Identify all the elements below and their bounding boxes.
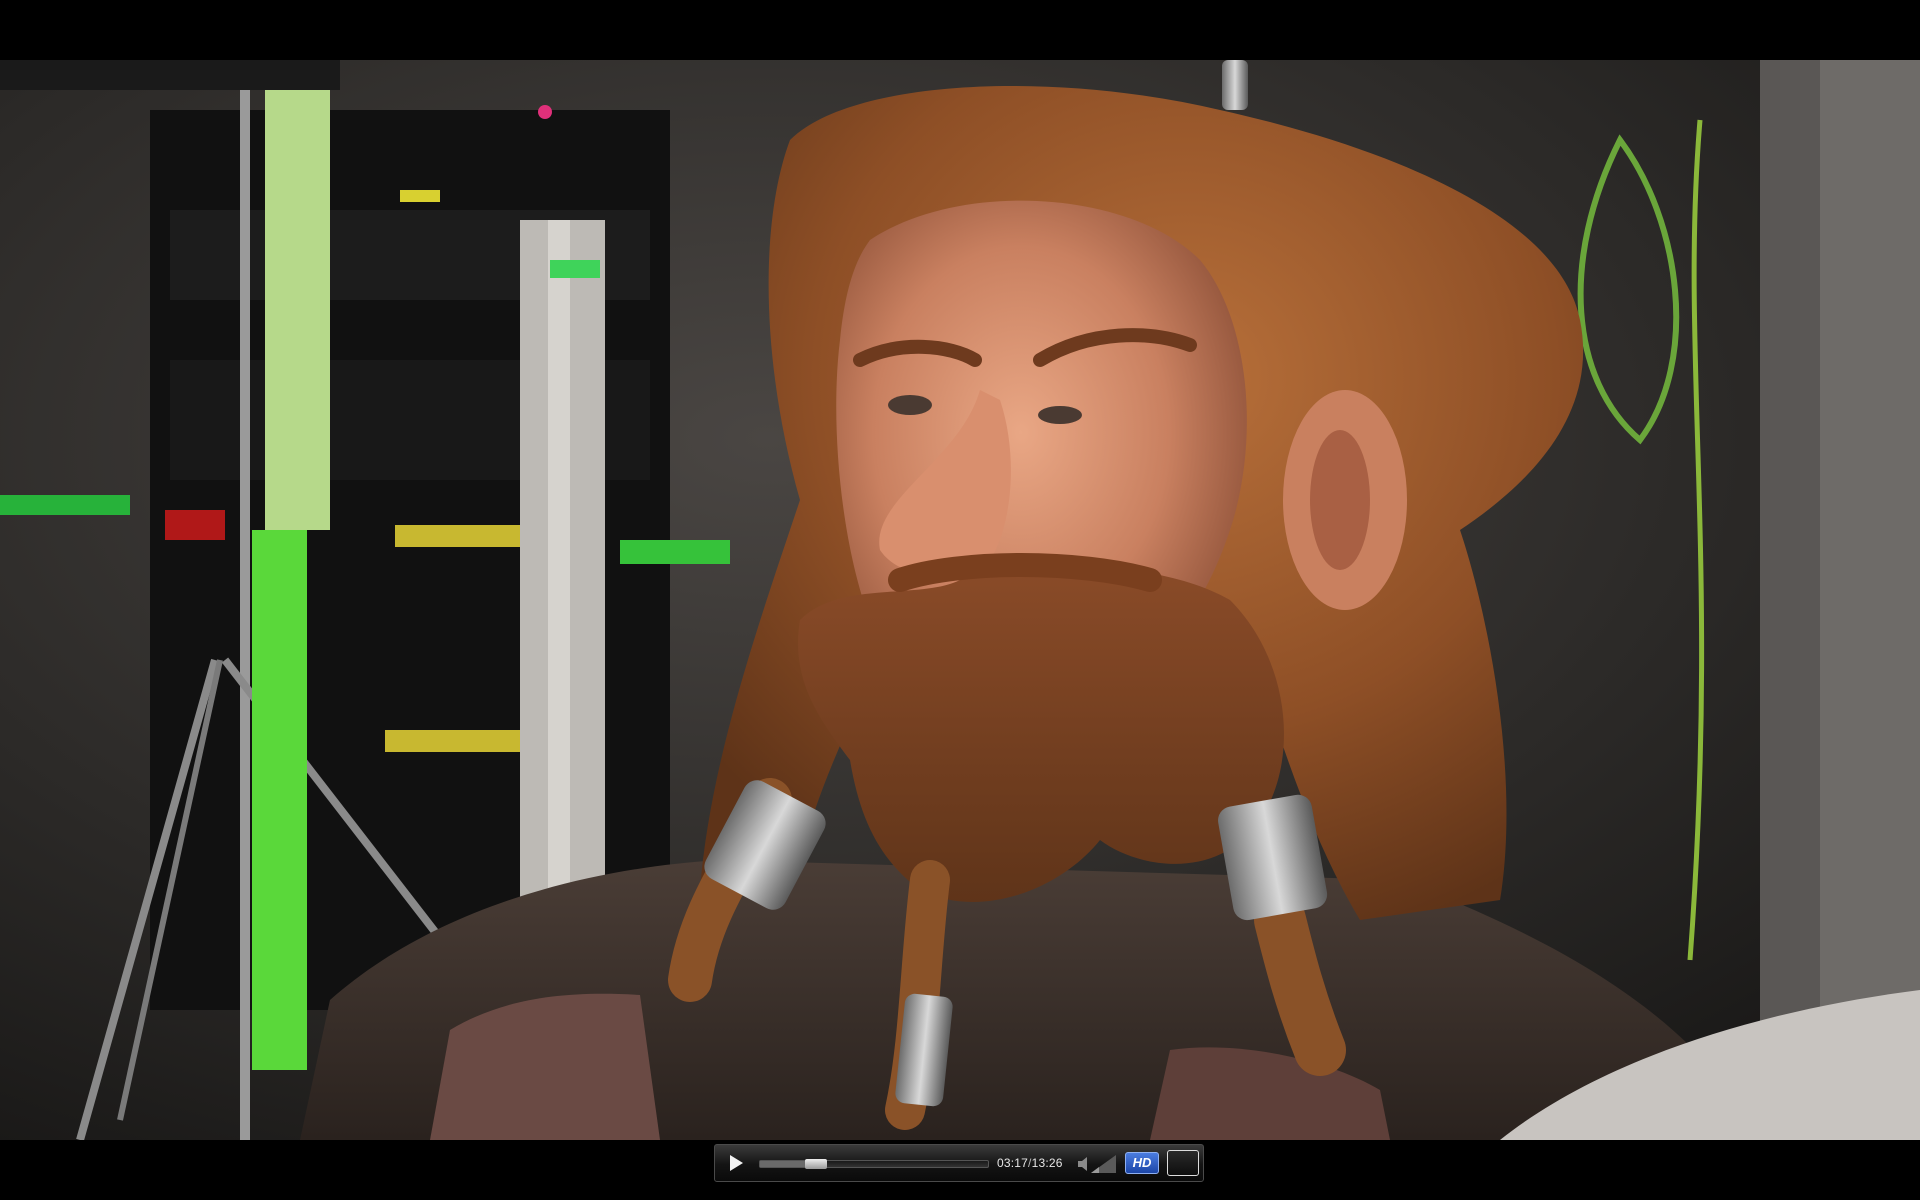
progress-thumb[interactable] bbox=[804, 1159, 827, 1169]
player-controls: 03:17/13:26 HD bbox=[714, 1144, 1204, 1182]
play-icon bbox=[730, 1155, 743, 1171]
total-duration: 13:26 bbox=[1031, 1156, 1063, 1170]
volume-control[interactable] bbox=[1077, 1154, 1117, 1174]
volume-muted-icon bbox=[1078, 1155, 1116, 1173]
video-player: 03:17/13:26 HD bbox=[0, 0, 1920, 1200]
time-display: 03:17/13:26 bbox=[997, 1156, 1063, 1170]
current-time: 03:17 bbox=[997, 1156, 1029, 1170]
play-button[interactable] bbox=[723, 1151, 747, 1175]
video-scene bbox=[0, 60, 1920, 1140]
progress-bar[interactable] bbox=[759, 1159, 989, 1169]
video-frame[interactable] bbox=[0, 60, 1920, 1140]
letterbox-top bbox=[0, 0, 1920, 60]
hd-toggle-button[interactable]: HD bbox=[1125, 1152, 1159, 1174]
fullscreen-button[interactable] bbox=[1167, 1150, 1199, 1176]
